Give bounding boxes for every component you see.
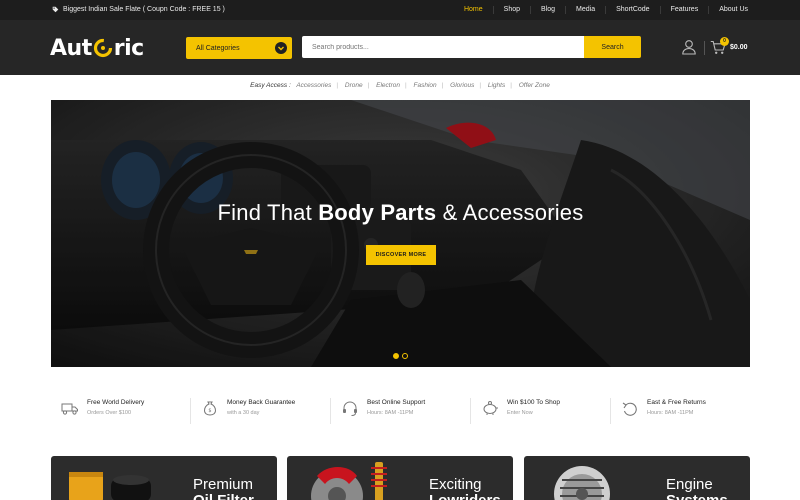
search-input[interactable]	[302, 36, 586, 58]
promo-card-engine-systems[interactable]: Engine Systems	[524, 456, 750, 500]
easy-access-link[interactable]: Lights	[488, 82, 505, 89]
header-divider	[704, 41, 705, 55]
feature-item: $ Money Back Guarantee with a 30 day	[190, 398, 330, 424]
hero-car-interior-image	[51, 100, 750, 367]
promo-title-line1: Exciting	[429, 476, 482, 493]
logo-gear-icon	[93, 38, 112, 58]
tag-icon	[52, 6, 59, 13]
nav-shop[interactable]: Shop	[492, 6, 530, 14]
hero-title: Find That Body Parts & Accessories	[51, 200, 750, 226]
separator: |	[367, 82, 370, 89]
promo-title-line1: Engine	[666, 476, 713, 493]
cart-count-badge: 0	[720, 37, 729, 46]
logo-text-left: Aut	[50, 35, 92, 61]
hero-slider[interactable]: Find That Body Parts & Accessories DISCO…	[51, 100, 750, 367]
oil-filter-image	[69, 472, 151, 500]
promo-title-line1: Premium	[193, 476, 254, 493]
feature-subtitle: Hours: 8AM -11PM	[647, 410, 694, 416]
promo-cards: Premium Oil Filter Exciting Lowriders En…	[51, 456, 750, 500]
nav-features[interactable]: Features	[659, 6, 709, 14]
site-logo[interactable]: Aut ric	[50, 34, 144, 62]
nav-about-us[interactable]: About Us	[708, 6, 758, 14]
feature-title: Best Online Support	[367, 399, 426, 406]
feature-title: Free World Delivery	[87, 399, 145, 406]
truck-icon	[61, 403, 78, 415]
hero-title-post: & Accessories	[436, 200, 584, 225]
alternator-image	[554, 466, 610, 500]
feature-title: East & Free Returns	[647, 399, 706, 406]
nav-home[interactable]: Home	[454, 6, 493, 14]
promo-banner: Biggest Indian Sale Flate ( Coupn Code :…	[52, 6, 225, 13]
headset-icon	[343, 401, 357, 416]
hero-title-pre: Find That	[217, 200, 319, 225]
promo-title-line2: Lowriders	[429, 492, 501, 500]
top-bar: Biggest Indian Sale Flate ( Coupn Code :…	[0, 0, 800, 20]
feature-subtitle: with a 30 day	[227, 410, 260, 416]
feature-item: Best Online Support Hours: 8AM -11PM	[330, 398, 470, 424]
feature-item: Win $100 To Shop Enter Now	[470, 398, 610, 424]
easy-access-link[interactable]: Drone	[345, 82, 363, 89]
feature-title: Win $100 To Shop	[507, 399, 560, 406]
nav-blog[interactable]: Blog	[530, 6, 565, 14]
easy-access-link[interactable]: Accessories	[296, 82, 331, 89]
discover-more-button[interactable]: DISCOVER MORE	[366, 245, 436, 265]
easy-access-link[interactable]: Electron	[376, 82, 400, 89]
easy-access-bar: Easy Access : Accessories | Drone | Electr…	[0, 82, 800, 94]
slider-dots	[393, 353, 408, 359]
feature-strip: Free World Delivery Orders Over $100 $ Mo…	[51, 398, 750, 424]
logo-text-right: ric	[113, 35, 144, 61]
main-header: Aut ric All Categories Search 0 $0.00	[0, 20, 800, 75]
money-bag-icon: $	[203, 401, 217, 416]
category-select[interactable]: All Categories	[186, 37, 292, 59]
feature-subtitle: Enter Now	[507, 410, 533, 416]
feature-subtitle: Hours: 8AM -11PM	[367, 410, 414, 416]
feature-subtitle: Orders Over $100	[87, 410, 132, 416]
svg-text:$: $	[208, 408, 211, 414]
cart-total[interactable]: $0.00	[730, 44, 748, 51]
easy-access-link[interactable]: Glorious	[450, 82, 474, 89]
feature-item: Free World Delivery Orders Over $100	[51, 398, 190, 424]
easy-access-link[interactable]: Fashion	[414, 82, 437, 89]
promo-text: Biggest Indian Sale Flate ( Coupn Code :…	[63, 6, 225, 13]
promo-card-lowriders[interactable]: Exciting Lowriders	[287, 456, 513, 500]
easy-access-label: Easy Access :	[250, 82, 291, 89]
promo-title-line2: Systems	[666, 492, 728, 500]
slider-dot[interactable]	[402, 353, 408, 359]
promo-card-oil-filter[interactable]: Premium Oil Filter	[51, 456, 277, 500]
chevron-down-icon	[275, 42, 287, 54]
separator: |	[441, 82, 444, 89]
top-nav: Home Shop Blog Media ShortCode Features …	[454, 6, 758, 14]
return-icon	[622, 402, 637, 416]
separator: |	[404, 82, 407, 89]
slider-dot-active[interactable]	[393, 353, 399, 359]
separator: |	[336, 82, 339, 89]
hero-title-bold: Body Parts	[318, 200, 437, 225]
feature-title: Money Back Guarantee	[227, 399, 296, 406]
brake-disc-image	[311, 462, 387, 500]
piggy-bank-icon	[483, 401, 498, 415]
separator: |	[479, 82, 482, 89]
promo-title-line2: Oil Filter	[193, 492, 254, 500]
nav-shortcode[interactable]: ShortCode	[605, 6, 659, 14]
nav-media[interactable]: Media	[565, 6, 605, 14]
feature-item: East & Free Returns Hours: 8AM -11PM	[610, 398, 750, 424]
category-select-value: All Categories	[196, 44, 240, 52]
user-account-icon[interactable]	[681, 39, 697, 55]
easy-access-link[interactable]: Offer Zone	[519, 82, 550, 89]
search-button[interactable]: Search	[584, 36, 641, 58]
separator: |	[510, 82, 512, 89]
